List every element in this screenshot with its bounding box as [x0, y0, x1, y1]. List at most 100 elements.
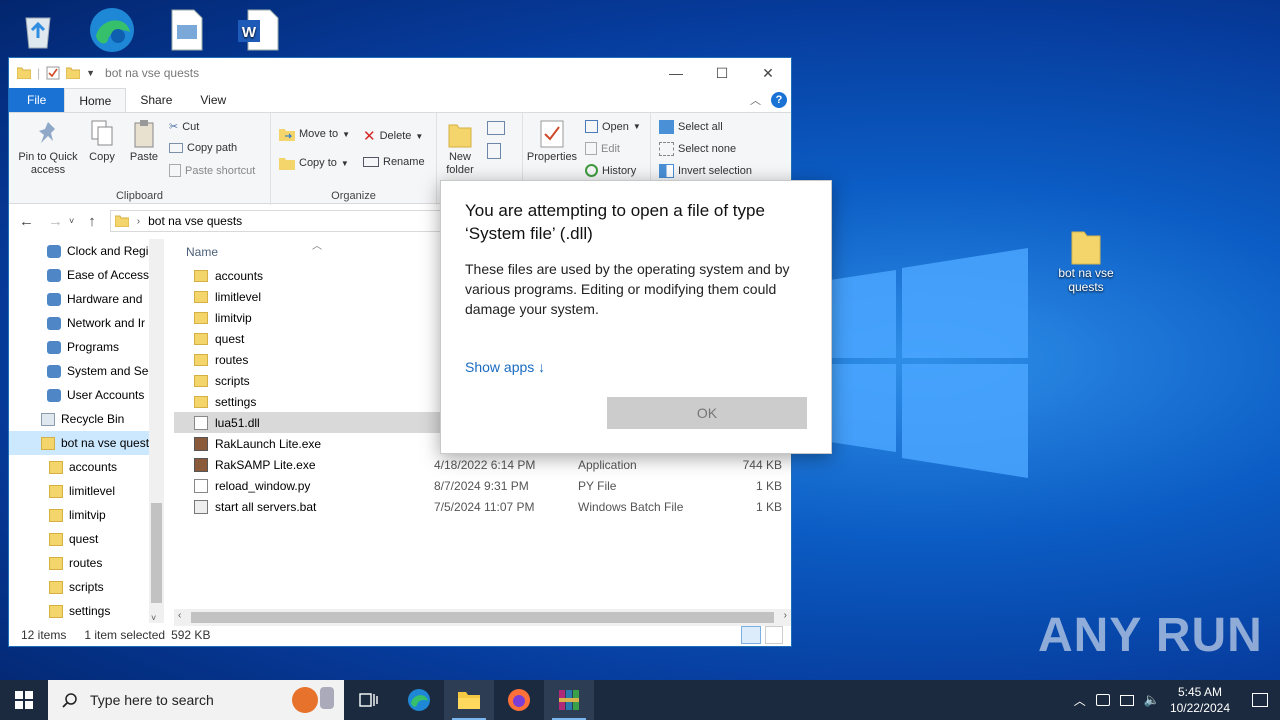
edit-button[interactable]: Edit: [585, 142, 620, 155]
clipboard-group-label: Clipboard: [115, 190, 164, 202]
nav-item-label: User Accounts: [67, 388, 145, 402]
nav-item[interactable]: routes: [9, 551, 164, 575]
desktop-folder[interactable]: bot na vse quests: [1050, 226, 1122, 294]
column-name[interactable]: Name: [174, 245, 434, 259]
paste-button[interactable]: Paste: [127, 119, 161, 164]
nav-item[interactable]: Hardware and: [9, 287, 164, 311]
nav-item[interactable]: settings: [9, 599, 164, 623]
copy-to-icon: [279, 158, 295, 170]
volume-icon[interactable]: 🔈: [1144, 692, 1160, 708]
nav-item[interactable]: limitvip: [9, 503, 164, 527]
file-row[interactable]: RakSAMP Lite.exe 4/18/2022 6:14 PM Applica…: [174, 454, 786, 475]
select-none-button[interactable]: Select none: [659, 142, 736, 156]
ok-button[interactable]: OK: [607, 397, 807, 429]
new-item-icon[interactable]: [487, 121, 505, 135]
nav-item[interactable]: User Accounts: [9, 383, 164, 407]
clock[interactable]: 5:45 AM 10/22/2024: [1170, 684, 1230, 716]
horizontal-scrollbar-thumb[interactable]: [191, 612, 774, 623]
file-name-cell: routes: [174, 353, 434, 367]
scroll-right-icon[interactable]: ›: [784, 610, 787, 621]
up-arrow-icon[interactable]: ↑: [88, 213, 96, 230]
start-button[interactable]: [0, 680, 48, 720]
network-icon[interactable]: [1119, 694, 1134, 706]
easy-access-icon[interactable]: [487, 143, 501, 159]
help-icon[interactable]: ?: [771, 92, 787, 108]
nav-item-label: limitlevel: [69, 484, 116, 498]
desktop-edge[interactable]: [76, 6, 148, 54]
folder-icon: [49, 484, 63, 498]
image-file-icon: [171, 9, 203, 51]
nav-scrollbar-thumb[interactable]: [151, 503, 162, 603]
move-to-button[interactable]: Move to ▼: [279, 127, 350, 141]
properties-check-icon[interactable]: [46, 66, 60, 80]
svg-text:W: W: [242, 24, 257, 41]
tab-view[interactable]: View: [186, 88, 240, 112]
pin-to-quick-access-button[interactable]: Pin to Quick access: [13, 119, 83, 177]
customize-toolbar-icon[interactable]: ▼: [86, 68, 95, 78]
tab-home[interactable]: Home: [64, 88, 127, 112]
history-button[interactable]: History: [585, 164, 636, 177]
nav-item[interactable]: Recycle Bin: [9, 407, 164, 431]
nav-item[interactable]: Programs: [9, 335, 164, 359]
scroll-left-icon[interactable]: ‹: [178, 610, 181, 621]
file-row[interactable]: reload_window.py 8/7/2024 9:31 PM PY File 1…: [174, 475, 786, 496]
close-button[interactable]: ✕: [745, 58, 791, 88]
copy-path-button[interactable]: Copy path: [169, 142, 237, 154]
file-name: limitvip: [215, 310, 252, 325]
nav-item[interactable]: System and Sec: [9, 359, 164, 383]
open-button[interactable]: Open ▼: [585, 120, 641, 133]
taskbar-file-explorer[interactable]: [444, 680, 494, 720]
nav-item[interactable]: limitlevel: [9, 479, 164, 503]
forward-arrow-icon[interactable]: →: [48, 213, 63, 230]
nav-item[interactable]: bot na vse quest: [9, 431, 164, 455]
folder-icon: [49, 532, 63, 546]
taskbar-edge[interactable]: [394, 680, 444, 720]
show-hidden-icons-icon[interactable]: ︿: [1074, 692, 1086, 709]
firefox-icon: [508, 689, 530, 711]
back-arrow-icon[interactable]: ←: [19, 213, 34, 230]
item-count: 12 items: [21, 628, 67, 642]
properties-button[interactable]: Properties: [525, 119, 579, 164]
copy-to-button[interactable]: Copy to ▼: [279, 156, 349, 170]
desktop-recycle-bin[interactable]: [2, 8, 74, 52]
nav-item[interactable]: quest: [9, 527, 164, 551]
maximize-button[interactable]: ☐: [699, 58, 745, 88]
invert-selection-button[interactable]: Invert selection: [659, 164, 752, 178]
nav-item[interactable]: scripts: [9, 575, 164, 599]
desktop-image-file[interactable]: [150, 8, 222, 52]
recent-dropdown-icon[interactable]: ˅: [69, 216, 74, 226]
file-name-cell: RakLaunch Lite.exe: [174, 436, 434, 451]
rename-button[interactable]: Rename: [363, 156, 425, 168]
new-folder-button[interactable]: New folder: [443, 119, 477, 177]
scroll-down-icon[interactable]: ˅: [151, 613, 156, 623]
minimize-button[interactable]: —: [653, 58, 699, 88]
task-view-button[interactable]: [344, 680, 394, 720]
cut-button[interactable]: ✂ Cut: [169, 120, 199, 134]
select-all-button[interactable]: Select all: [659, 120, 723, 134]
nav-item[interactable]: Clock and Regi: [9, 239, 164, 263]
notifications-icon[interactable]: [1252, 693, 1268, 707]
show-apps-link[interactable]: Show apps ↓: [465, 359, 807, 375]
paste-shortcut-button[interactable]: Paste shortcut: [169, 164, 255, 177]
folder-icon: [49, 604, 63, 618]
delete-button[interactable]: ✕ Delete ▼: [363, 127, 423, 145]
nav-scrollbar[interactable]: ˅: [149, 239, 164, 623]
collapse-ribbon-icon[interactable]: ︿: [750, 92, 761, 108]
taskbar-search-box[interactable]: Type here to search: [48, 680, 344, 720]
taskbar-winrar[interactable]: [544, 680, 594, 720]
details-view-icon[interactable]: [741, 626, 761, 644]
taskbar-firefox[interactable]: [494, 680, 544, 720]
desktop-word-file[interactable]: W: [222, 8, 294, 52]
file-name: scripts: [215, 373, 250, 388]
tab-file[interactable]: File: [9, 88, 65, 112]
nav-item[interactable]: accounts: [9, 455, 164, 479]
nav-item[interactable]: Ease of Access: [9, 263, 164, 287]
copy-button[interactable]: Copy: [85, 119, 119, 164]
file-row[interactable]: start all servers.bat 7/5/2024 11:07 PM Wi…: [174, 496, 786, 517]
large-icons-view-icon[interactable]: [765, 626, 783, 644]
nav-item[interactable]: Network and Ir: [9, 311, 164, 335]
search-icon: [62, 693, 77, 708]
meet-now-icon[interactable]: [1095, 694, 1110, 706]
new-folder-icon[interactable]: [66, 67, 81, 79]
tab-share[interactable]: Share: [126, 88, 186, 112]
